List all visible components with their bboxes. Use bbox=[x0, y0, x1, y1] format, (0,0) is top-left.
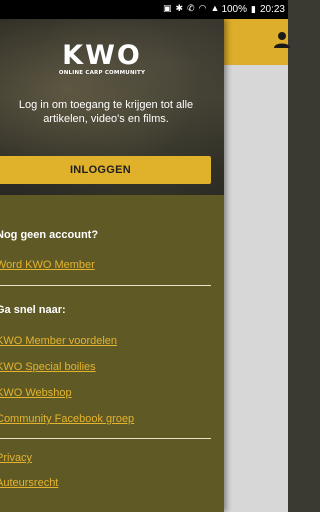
navigation-drawer: KWO ONLINE CARP COMMUNITY Log in om toeg… bbox=[0, 19, 224, 512]
quick-nav-heading: Ga snel naar: bbox=[0, 304, 66, 316]
battery-icon: ▮ bbox=[251, 4, 256, 14]
drawer-header: KWO ONLINE CARP COMMUNITY Log in om toeg… bbox=[0, 19, 224, 195]
clock: 20:23 bbox=[259, 4, 285, 15]
battery-level: 100% bbox=[221, 4, 248, 15]
signal-icon: ▲ bbox=[210, 3, 220, 13]
status-bar: ▣ ✱ ✆ ◠ ▲ 100% ▮ 20:23 bbox=[0, 0, 288, 19]
lock-icon: ▣ bbox=[163, 3, 172, 13]
person-icon[interactable] bbox=[274, 31, 290, 49]
main-content-scrim[interactable] bbox=[224, 19, 288, 512]
special-boilies-link[interactable]: KWO Special boilies bbox=[0, 361, 96, 373]
privacy-link[interactable]: Privacy bbox=[0, 452, 32, 464]
logo-main-text: KWO bbox=[62, 40, 142, 71]
bluetooth-icon: ✱ bbox=[175, 3, 184, 13]
status-icons: ▣ ✱ ✆ ◠ ▲ bbox=[163, 4, 219, 13]
become-member-link[interactable]: Word KWO Member bbox=[0, 259, 95, 271]
copyright-link[interactable]: Auteursrecht bbox=[0, 477, 58, 489]
facebook-group-link[interactable]: Community Facebook groep bbox=[0, 413, 134, 425]
wifi-icon: ◠ bbox=[198, 3, 207, 13]
member-benefits-link[interactable]: KWO Member voordelen bbox=[0, 335, 117, 347]
logo-subtitle: ONLINE CARP COMMUNITY bbox=[58, 70, 146, 76]
kwo-logo: KWO ONLINE CARP COMMUNITY bbox=[58, 40, 146, 76]
login-button[interactable]: INLOGGEN bbox=[0, 156, 211, 184]
webshop-link[interactable]: KWO Webshop bbox=[0, 387, 72, 399]
divider bbox=[0, 285, 211, 286]
no-account-heading: Nog geen account? bbox=[0, 229, 99, 241]
divider bbox=[0, 438, 211, 439]
call-icon: ✆ bbox=[187, 3, 195, 13]
login-prompt: Log in om toegang te krijgen tot alle ar… bbox=[18, 99, 194, 125]
